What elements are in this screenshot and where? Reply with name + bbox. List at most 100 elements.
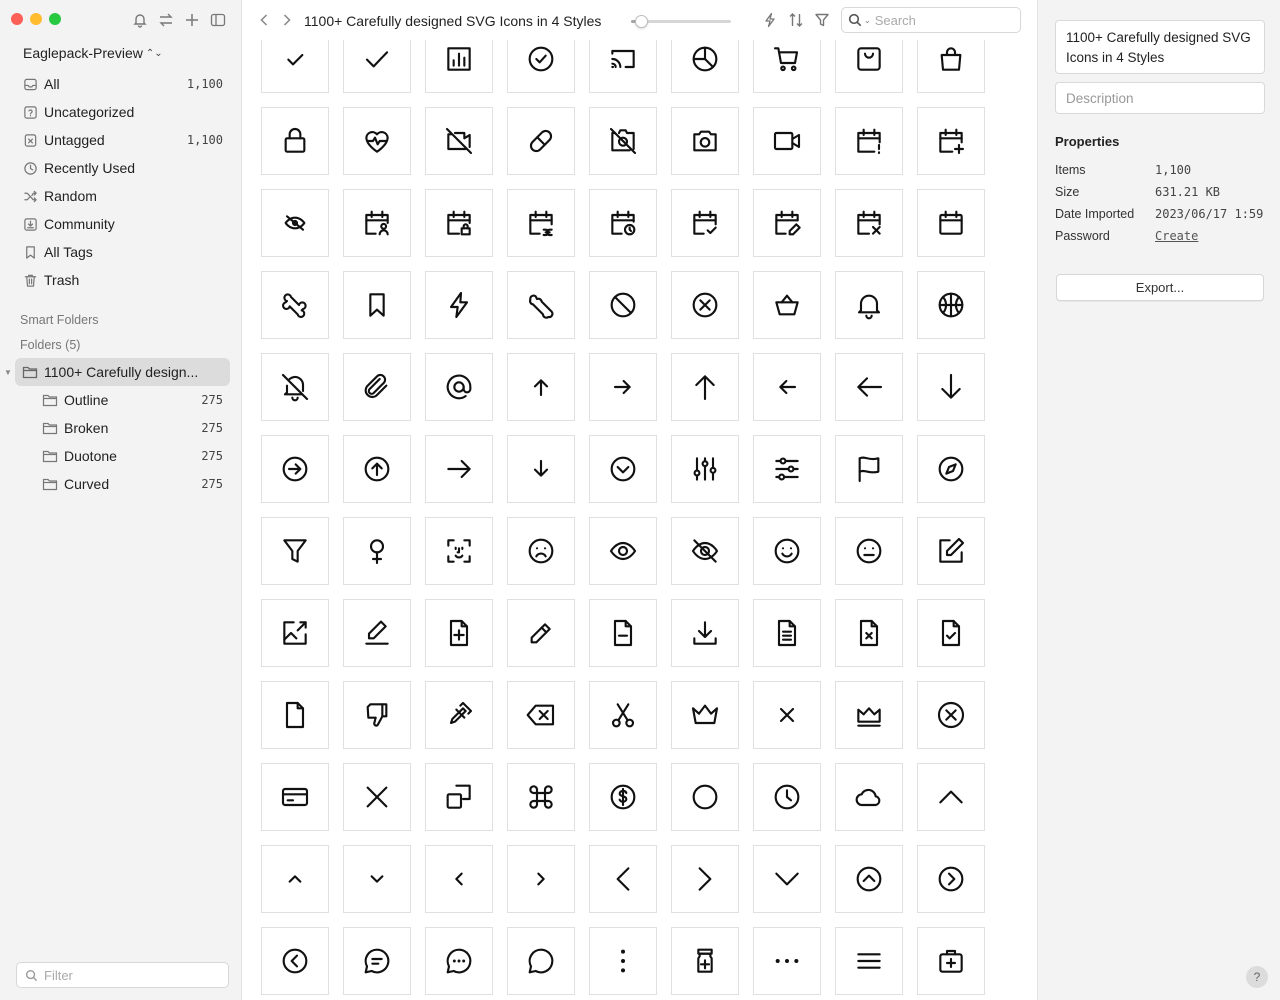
zoom-slider-thumb[interactable]	[635, 15, 649, 28]
sidebar-item-recently-used[interactable]: Recently Used	[0, 154, 242, 182]
icon-tile[interactable]	[753, 763, 821, 831]
back-button[interactable]	[256, 12, 272, 28]
search-input[interactable]	[874, 12, 1005, 28]
folder-item-curved[interactable]: Curved 275	[0, 470, 242, 498]
icon-tile[interactable]	[835, 517, 903, 585]
quick-action-button[interactable]	[761, 11, 779, 29]
icon-tile[interactable]	[425, 353, 493, 421]
icon-tile[interactable]	[589, 845, 657, 913]
folder-item-duotone[interactable]: Duotone 275	[0, 442, 242, 470]
icon-tile[interactable]	[589, 927, 657, 995]
icon-tile[interactable]	[835, 40, 903, 93]
icon-tile[interactable]	[589, 107, 657, 175]
icon-tile[interactable]	[343, 599, 411, 667]
create-password-link[interactable]: Create	[1155, 229, 1198, 245]
icon-tile[interactable]	[507, 763, 575, 831]
icon-tile[interactable]	[917, 435, 985, 503]
filter-input[interactable]	[44, 967, 214, 983]
icon-tile[interactable]	[425, 599, 493, 667]
icon-tile[interactable]	[343, 517, 411, 585]
icon-tile[interactable]	[261, 517, 329, 585]
icon-tile[interactable]	[671, 763, 739, 831]
icon-tile[interactable]	[753, 353, 821, 421]
icon-tile[interactable]	[753, 435, 821, 503]
icon-tile[interactable]	[261, 927, 329, 995]
icon-tile[interactable]	[425, 681, 493, 749]
icon-tile[interactable]	[753, 107, 821, 175]
icon-tile[interactable]	[917, 353, 985, 421]
icon-tile[interactable]	[343, 681, 411, 749]
icon-tile[interactable]	[425, 40, 493, 93]
sort-button[interactable]	[787, 11, 805, 29]
icon-tile[interactable]	[425, 435, 493, 503]
icon-tile[interactable]	[261, 353, 329, 421]
icon-tile[interactable]	[507, 107, 575, 175]
icon-tile[interactable]	[261, 40, 329, 93]
icon-tile[interactable]	[425, 763, 493, 831]
search-options-chevron-icon[interactable]: ⌄	[864, 16, 871, 25]
icon-tile[interactable]	[835, 599, 903, 667]
icon-tile[interactable]	[261, 271, 329, 339]
icon-tile[interactable]	[835, 763, 903, 831]
sidebar-item-all[interactable]: All 1,100	[0, 70, 242, 98]
icon-tile[interactable]	[835, 107, 903, 175]
icon-tile[interactable]	[917, 845, 985, 913]
zoom-window-button[interactable]	[49, 13, 61, 25]
icon-tile[interactable]	[835, 927, 903, 995]
folders-heading[interactable]: Folders (5)	[20, 338, 80, 352]
sidebar-item-untagged[interactable]: Untagged 1,100	[0, 126, 242, 154]
icon-tile[interactable]	[835, 353, 903, 421]
icon-tile[interactable]	[425, 517, 493, 585]
icon-tile[interactable]	[753, 599, 821, 667]
icon-tile[interactable]	[343, 845, 411, 913]
icon-tile[interactable]	[343, 271, 411, 339]
icon-tile[interactable]	[671, 353, 739, 421]
icon-tile[interactable]	[753, 681, 821, 749]
icon-tile[interactable]	[507, 927, 575, 995]
icon-tile[interactable]	[589, 271, 657, 339]
help-button[interactable]: ?	[1246, 966, 1268, 988]
icon-tile[interactable]	[261, 599, 329, 667]
icon-tile[interactable]	[753, 845, 821, 913]
icon-tile[interactable]	[917, 927, 985, 995]
icon-tile[interactable]	[261, 681, 329, 749]
icon-tile[interactable]	[917, 763, 985, 831]
icon-tile[interactable]	[261, 189, 329, 257]
icon-tile[interactable]	[343, 189, 411, 257]
sidebar-toggle-icon[interactable]	[209, 11, 227, 29]
icon-tile[interactable]	[507, 435, 575, 503]
sidebar-item-uncategorized[interactable]: Uncategorized	[0, 98, 242, 126]
folder-item-outline[interactable]: Outline 275	[0, 386, 242, 414]
icon-tile[interactable]	[753, 40, 821, 93]
bell-icon[interactable]	[131, 11, 149, 29]
icon-tile[interactable]	[835, 845, 903, 913]
icon-tile[interactable]	[589, 189, 657, 257]
icon-tile[interactable]	[507, 271, 575, 339]
icon-tile[interactable]	[589, 435, 657, 503]
icon-tile[interactable]	[671, 927, 739, 995]
icon-tile[interactable]	[343, 107, 411, 175]
icon-tile[interactable]	[671, 271, 739, 339]
icon-tile[interactable]	[343, 927, 411, 995]
icon-tile[interactable]	[671, 681, 739, 749]
icon-tile[interactable]	[261, 845, 329, 913]
swap-icon[interactable]	[157, 11, 175, 29]
icon-tile[interactable]	[589, 40, 657, 93]
icon-tile[interactable]	[507, 681, 575, 749]
icon-tile[interactable]	[753, 271, 821, 339]
icon-tile[interactable]	[671, 40, 739, 93]
forward-button[interactable]	[279, 12, 295, 28]
icon-tile[interactable]	[671, 845, 739, 913]
icon-tile[interactable]	[425, 927, 493, 995]
folder-item-broken[interactable]: Broken 275	[0, 414, 242, 442]
icon-tile[interactable]	[753, 517, 821, 585]
icon-tile[interactable]	[753, 189, 821, 257]
icon-tile[interactable]	[507, 353, 575, 421]
icon-tile[interactable]	[507, 599, 575, 667]
icon-tile[interactable]	[835, 681, 903, 749]
icon-tile[interactable]	[507, 189, 575, 257]
description-field[interactable]	[1066, 90, 1254, 106]
icon-tile[interactable]	[835, 435, 903, 503]
icon-tile[interactable]	[425, 107, 493, 175]
smart-folders-heading[interactable]: Smart Folders	[20, 313, 99, 327]
